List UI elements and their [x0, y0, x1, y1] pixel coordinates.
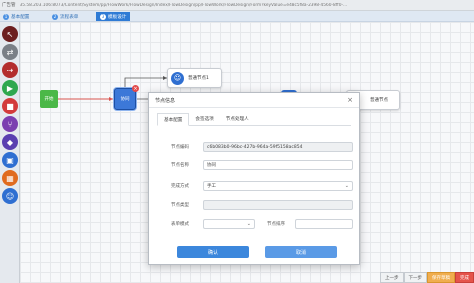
save-draft-button[interactable]: 保存草稿: [427, 272, 455, 283]
label-node-name: 节点名称: [171, 163, 189, 168]
node-type-field[interactable]: [203, 200, 353, 210]
dialog-tabs: 基本配置 会签选项 节点处理人: [157, 113, 351, 126]
label-node-order: 节点排序: [267, 222, 285, 227]
next-step-button[interactable]: 下一步: [403, 272, 427, 283]
prev-step-button[interactable]: 上一步: [380, 272, 404, 283]
label-node-type: 节点类型: [171, 203, 189, 208]
row-finish-mode: 完成方式 手工 ⌄: [149, 181, 361, 191]
chevron-down-icon: ⌄: [344, 183, 349, 189]
finish-mode-value: 手工: [207, 184, 216, 189]
label-finish-mode: 完成方式: [171, 184, 189, 189]
node-order-field[interactable]: [295, 219, 353, 229]
finish-mode-select[interactable]: 手工 ⌄: [203, 181, 353, 191]
row-node-code: 节点编码 c6b083b0-96bc-427b-964a-59f5158ac85…: [149, 142, 361, 152]
row-node-type: 节点类型: [149, 200, 361, 210]
start-node[interactable]: 开始: [40, 90, 58, 108]
node-info-dialog: 节点信息 × 基本配置 会签选项 节点处理人 节点编码 c6b083b0-96b…: [148, 92, 360, 265]
close-icon[interactable]: ×: [347, 96, 353, 104]
node-label: 普通节点1: [188, 76, 209, 81]
user-icon: ☺: [171, 71, 184, 85]
task-node-1[interactable]: ☺ 普通节点1: [167, 68, 222, 88]
arrow-head: [109, 97, 113, 101]
node-label: 协同: [120, 97, 130, 102]
confirm-button[interactable]: 确认: [177, 246, 249, 258]
chevron-down-icon: ⌄: [246, 221, 251, 227]
row-form-type: 表单模式 ⌄ 节点排序: [149, 219, 361, 229]
node-label: 开始: [44, 97, 54, 102]
tab-countersign[interactable]: 会签选项: [189, 113, 219, 125]
tab-handler[interactable]: 节点处理人: [220, 113, 255, 125]
cancel-button[interactable]: 取消: [265, 246, 337, 258]
dialog-title-bar: 节点信息 ×: [149, 93, 359, 108]
tab-basic-config[interactable]: 基本配置: [157, 113, 190, 126]
label-form-type: 表单模式: [171, 222, 189, 227]
bottom-actions: 上一步 下一步 保存草稿 完成: [380, 272, 474, 283]
dialog-title: 节点信息: [155, 97, 176, 104]
node-code-field[interactable]: c6b083b0-96bc-427b-964a-59f5158ac854: [203, 142, 353, 152]
node-name-field[interactable]: 协同: [203, 160, 353, 170]
selected-node[interactable]: 协同 ×: [114, 85, 139, 110]
row-node-name: 节点名称 协同: [149, 160, 361, 170]
node-label: 普通节点: [370, 98, 388, 103]
finish-button[interactable]: 完成: [455, 272, 474, 283]
delete-node-icon[interactable]: ×: [132, 85, 139, 92]
label-node-code: 节点编码: [171, 145, 189, 150]
form-type-select[interactable]: ⌄: [203, 219, 255, 229]
